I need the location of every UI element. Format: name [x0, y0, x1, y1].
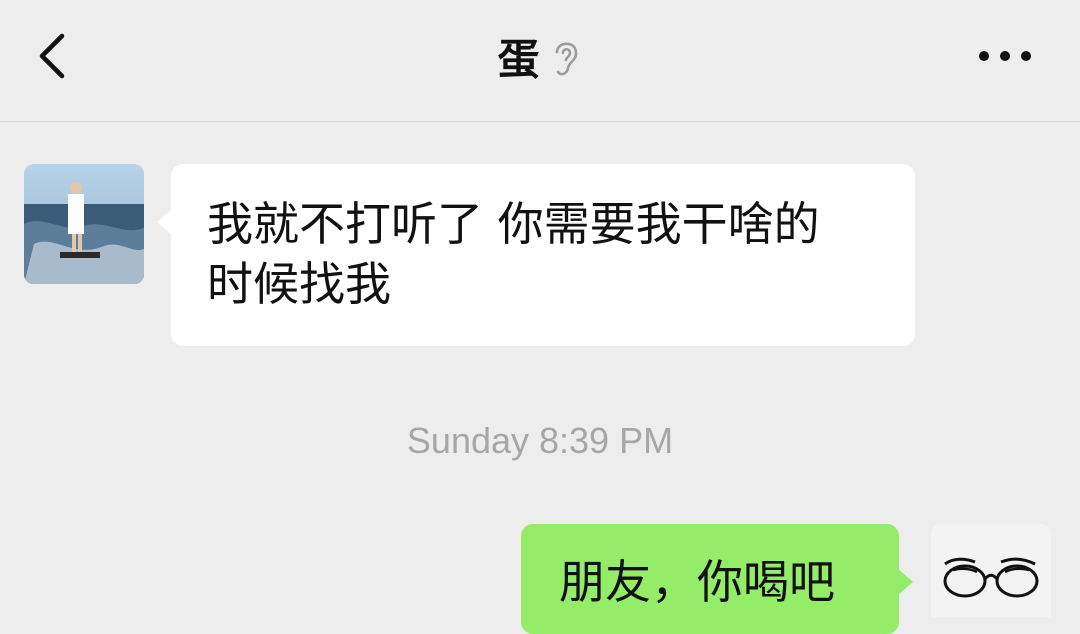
incoming-message-bubble[interactable]: 我就不打听了 你需要我干啥的 时候找我	[157, 164, 915, 346]
message-timestamp: Sunday 8:39 PM	[406, 420, 674, 461]
bubble-tail	[157, 208, 173, 236]
contact-avatar[interactable]	[24, 164, 144, 284]
message-text: 朋友，你喝吧	[559, 555, 835, 609]
glasses-drawing-icon	[931, 524, 1051, 617]
more-dots-icon[interactable]	[970, 36, 1040, 76]
user-avatar[interactable]	[931, 524, 1051, 617]
message-text-line: 我就不打听了 你需要我干啥的	[207, 197, 820, 251]
ear-icon	[555, 42, 577, 76]
message-text-line: 时候找我	[207, 257, 391, 311]
chevron-left-icon[interactable]	[26, 30, 78, 82]
avatar-photo	[24, 164, 144, 284]
chat-header: 蛋	[0, 0, 1080, 122]
bubble-tail	[897, 568, 913, 596]
chat-title: 蛋	[497, 34, 541, 84]
outgoing-message-bubble[interactable]: 朋友，你喝吧	[521, 524, 913, 634]
title-bar: 蛋	[0, 0, 1080, 112]
